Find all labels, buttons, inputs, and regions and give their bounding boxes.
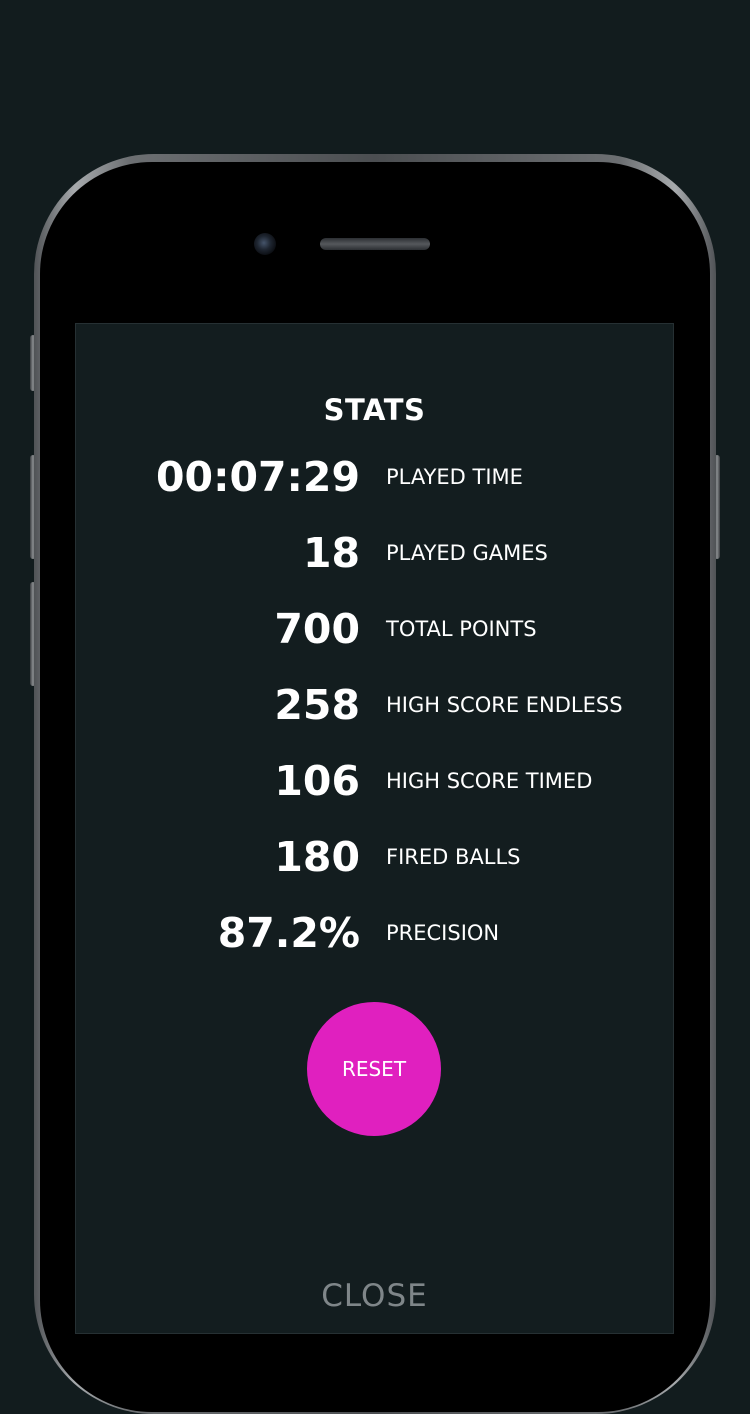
stat-row-played-games: 18 PLAYED GAMES	[75, 523, 674, 583]
stat-row-total-points: 700 TOTAL POINTS	[75, 599, 674, 659]
stat-value: 00:07:29	[156, 453, 360, 501]
page-title: STATS	[323, 393, 426, 427]
stat-label: HIGH SCORE TIMED	[386, 769, 593, 793]
stat-value: 87.2%	[217, 909, 360, 957]
stat-value: 106	[274, 757, 360, 805]
stat-label: PRECISION	[386, 921, 500, 945]
stat-value: 18	[302, 529, 360, 577]
stat-label: TOTAL POINTS	[386, 617, 537, 641]
reset-button[interactable]: RESET	[307, 1002, 441, 1136]
earpiece-speaker	[320, 238, 430, 250]
close-button[interactable]: CLOSE	[75, 1278, 674, 1314]
stat-value: 180	[274, 833, 360, 881]
stat-row-fired-balls: 180 FIRED BALLS	[75, 827, 674, 887]
stat-label: PLAYED GAMES	[386, 541, 548, 565]
stat-value: 258	[274, 681, 360, 729]
app-screen: STATS 00:07:29 PLAYED TIME 18 PLAYED GAM…	[75, 323, 674, 1334]
stat-label: FIRED BALLS	[386, 845, 521, 869]
stat-row-high-score-endless: 258 HIGH SCORE ENDLESS	[75, 675, 674, 735]
stat-value: 700	[274, 605, 360, 653]
stat-label: HIGH SCORE ENDLESS	[386, 693, 623, 717]
stat-row-high-score-timed: 106 HIGH SCORE TIMED	[75, 751, 674, 811]
front-camera-icon	[254, 233, 276, 255]
stat-row-precision: 87.2% PRECISION	[75, 903, 674, 963]
stat-row-played-time: 00:07:29 PLAYED TIME	[75, 447, 674, 507]
stat-label: PLAYED TIME	[386, 465, 523, 489]
